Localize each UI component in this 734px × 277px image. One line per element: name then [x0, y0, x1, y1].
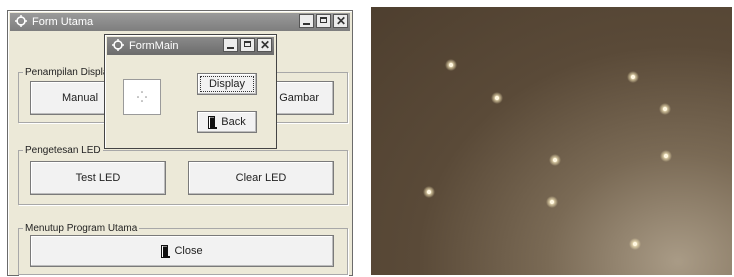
group-led-legend: Pengetesan LED: [25, 145, 101, 156]
maximize-button[interactable]: [316, 14, 331, 28]
manual-button-label: Manual: [61, 92, 99, 104]
gambar-button-label: Gambar: [279, 92, 319, 104]
dialog-title: FormMain: [129, 40, 179, 52]
group-display-legend: Penampilan Display: [25, 67, 114, 78]
minimize-button[interactable]: [299, 14, 314, 28]
formmain-dialog: FormMain ✕ Display Back: [104, 34, 277, 149]
test-led-button-label: Test LED: [75, 172, 121, 184]
led-dot: [448, 62, 454, 68]
minimize-icon: [227, 47, 234, 49]
door-exit-icon: [208, 115, 218, 129]
back-button[interactable]: Back: [197, 111, 257, 133]
main-window-titlebar[interactable]: Form Utama ✕: [10, 13, 350, 31]
app-icon: [15, 15, 27, 27]
led-dot: [549, 199, 555, 205]
clear-led-button-label: Clear LED: [235, 172, 287, 184]
close-icon: ✕: [259, 38, 271, 52]
led-photo: [371, 7, 732, 275]
maximize-icon: [320, 17, 327, 23]
preview-box: [123, 79, 161, 115]
led-dot: [663, 153, 669, 159]
display-button[interactable]: Display: [197, 73, 257, 95]
dialog-minimize-button[interactable]: [223, 38, 238, 52]
main-window-title: Form Utama: [32, 16, 94, 28]
maximize-icon: [244, 41, 251, 47]
led-dot: [630, 74, 636, 80]
back-button-label: Back: [221, 116, 246, 128]
led-dot: [632, 241, 638, 247]
dialog-maximize-button[interactable]: [240, 38, 255, 52]
led-dot: [552, 157, 558, 163]
minimize-icon: [303, 23, 310, 25]
door-exit-icon: [161, 244, 171, 258]
dialog-titlebar[interactable]: FormMain ✕: [107, 37, 274, 55]
preview-dots-icon: [137, 91, 147, 102]
close-button-label: Close: [174, 245, 203, 257]
led-dot: [662, 106, 668, 112]
led-dot: [494, 95, 500, 101]
led-points: [423, 59, 672, 250]
clear-led-button[interactable]: Clear LED: [188, 161, 334, 195]
close-window-button[interactable]: ✕: [333, 14, 348, 28]
close-button[interactable]: Close: [30, 235, 334, 267]
dialog-app-icon: [112, 39, 124, 51]
group-close-legend: Menutup Program Utama: [25, 223, 138, 234]
led-dot: [426, 189, 432, 195]
dialog-close-button[interactable]: ✕: [257, 38, 272, 52]
test-led-button[interactable]: Test LED: [30, 161, 166, 195]
close-icon: ✕: [335, 14, 347, 28]
display-button-label: Display: [208, 78, 246, 90]
led-photo-canvas: [423, 59, 672, 250]
